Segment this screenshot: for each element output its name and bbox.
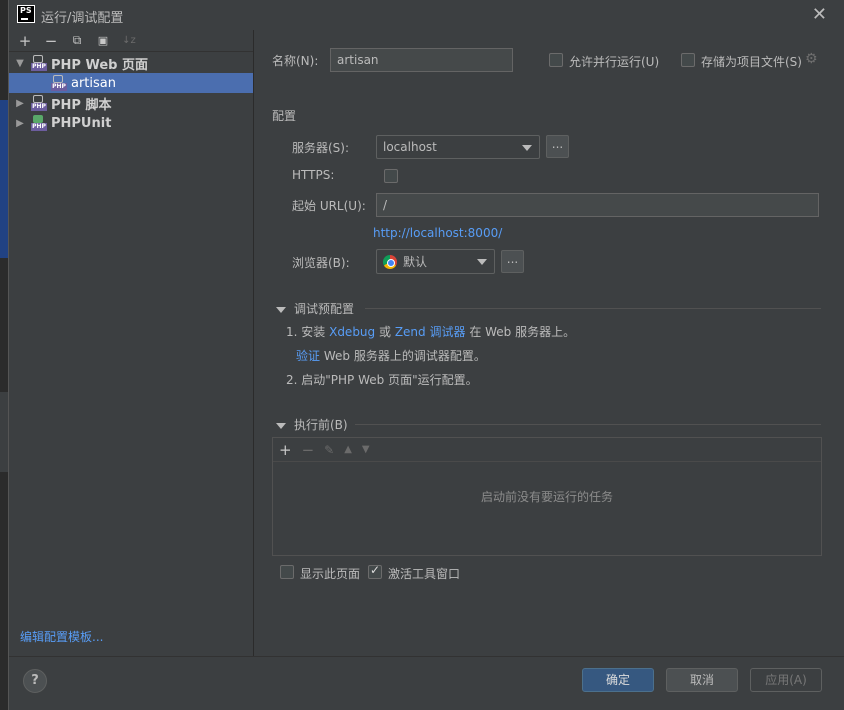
before-launch-title: 执行前(B) <box>294 418 348 432</box>
move-down-icon[interactable]: ▼ <box>362 444 370 455</box>
config-form: 名称(N): artisan 允许并行运行(U) 存储为项目文件(S) ⚙ 配置… <box>255 30 844 656</box>
config-tree: ▼ PHP PHP Web 页面 PHP artisan ▶ PHP PHP 脚… <box>9 52 253 133</box>
start-url-field[interactable]: / <box>376 193 819 217</box>
tree-item-label: artisan <box>71 75 116 91</box>
edit-templates-link[interactable]: 编辑配置模板... <box>20 628 103 645</box>
browser-select-value: 默认 <box>403 255 428 269</box>
tree-item-label: PHP 脚本 <box>51 97 112 113</box>
chevron-down-icon <box>276 422 286 429</box>
chevron-down-icon <box>477 259 487 265</box>
before-launch-list: + − ✎ ▲ ▼ 启动前没有要运行的任务 <box>272 437 822 556</box>
tree-item-artisan[interactable]: PHP artisan <box>9 73 253 93</box>
activate-window-label: 激活工具窗口 <box>388 567 461 581</box>
browser-browse-button[interactable]: ... <box>501 250 524 273</box>
https-checkbox[interactable] <box>384 169 398 183</box>
chrome-icon <box>383 254 397 269</box>
debug-step-1: 1. 安装 Xdebug 或 Zend 调试器 在 Web 服务器上。 <box>286 323 575 340</box>
store-as-project-label: 存储为项目文件(S) <box>701 55 802 69</box>
chevron-down-icon <box>276 306 286 313</box>
before-launch-toggle[interactable]: 执行前(B) <box>276 416 348 433</box>
tree-item-phpunit[interactable]: ▶ PHP PHPUnit <box>9 113 253 133</box>
button-bar: ? 确定 取消 应用(A) <box>9 656 844 710</box>
edit-task-icon[interactable]: ✎ <box>324 443 334 457</box>
show-page-label: 显示此页面 <box>300 567 361 581</box>
browser-label: 浏览器(B): <box>292 256 350 270</box>
background-selection <box>0 100 8 258</box>
new-folder-button[interactable]: ▣ <box>93 31 113 51</box>
debug-section-toggle[interactable]: 调试预配置 <box>276 300 354 317</box>
chevron-right-icon[interactable]: ▶ <box>13 118 27 129</box>
config-tree-panel: + − ⧉ ▣ ↓z ▼ PHP PHP Web 页面 PHP artisan … <box>9 30 254 656</box>
zend-debugger-link[interactable]: Zend 调试器 <box>395 325 466 339</box>
phpstorm-logo-icon: PS <box>17 5 35 23</box>
allow-parallel-label: 允许并行运行(U) <box>569 55 660 69</box>
empty-tasks-text: 启动前没有要运行的任务 <box>480 490 613 504</box>
sort-button[interactable]: ↓z <box>119 31 139 51</box>
show-page-checkbox[interactable] <box>280 565 294 579</box>
verify-link[interactable]: 验证 <box>296 349 320 363</box>
dialog-title: 运行/调试配置 <box>41 11 124 26</box>
tree-toolbar: + − ⧉ ▣ ↓z <box>9 30 253 52</box>
browser-select[interactable]: 默认 <box>376 249 495 274</box>
chevron-down-icon <box>522 145 532 151</box>
step1-suffix: 在 Web 服务器上。 <box>469 325 576 339</box>
phpunit-icon: PHP <box>31 115 47 131</box>
tree-item-php-web-page[interactable]: ▼ PHP PHP Web 页面 <box>9 53 253 73</box>
resolved-url-link[interactable]: http://localhost:8000/ <box>373 226 502 240</box>
section-divider <box>355 424 821 425</box>
activate-window-checkbox[interactable] <box>368 563 382 579</box>
or-text: 或 <box>378 325 391 339</box>
config-section-title: 配置 <box>272 109 297 123</box>
php-web-icon: PHP <box>51 75 67 91</box>
server-browse-button[interactable]: ... <box>546 135 569 158</box>
server-select-value: localhost <box>383 140 437 154</box>
php-web-icon: PHP <box>31 55 47 71</box>
ok-button[interactable]: 确定 <box>582 668 654 692</box>
cancel-button[interactable]: 取消 <box>666 668 738 692</box>
tree-item-label: PHPUnit <box>51 115 112 131</box>
close-icon[interactable]: ✕ <box>812 4 827 25</box>
remove-task-button[interactable]: − <box>302 441 315 459</box>
php-script-icon: PHP <box>31 95 47 111</box>
debug-step-2: 2. 启动"PHP Web 页面"运行配置。 <box>286 373 478 387</box>
verify-suffix: Web 服务器上的调试器配置。 <box>323 349 486 363</box>
store-as-project-checkbox[interactable] <box>681 53 695 67</box>
title-bar: PS 运行/调试配置 ✕ <box>9 0 844 30</box>
tree-item-label: PHP Web 页面 <box>51 57 148 73</box>
before-launch-toolbar: + − ✎ ▲ ▼ <box>273 438 821 462</box>
apply-button[interactable]: 应用(A) <box>750 668 822 692</box>
section-divider <box>365 308 821 309</box>
chevron-right-icon[interactable]: ▶ <box>13 98 27 109</box>
server-label: 服务器(S): <box>292 141 350 155</box>
tree-item-php-script[interactable]: ▶ PHP PHP 脚本 <box>9 93 253 113</box>
help-button[interactable]: ? <box>23 669 47 693</box>
add-config-button[interactable]: + <box>15 31 35 51</box>
copy-config-button[interactable]: ⧉ <box>67 31 87 51</box>
allow-parallel-checkbox[interactable] <box>549 53 563 67</box>
https-label: HTTPS: <box>292 168 335 182</box>
name-label: 名称(N): <box>272 54 319 68</box>
debug-verify-line: 验证 Web 服务器上的调试器配置。 <box>296 347 486 364</box>
run-debug-config-dialog: PS 运行/调试配置 ✕ + − ⧉ ▣ ↓z ▼ PHP PHP Web 页面… <box>8 0 844 710</box>
gear-icon[interactable]: ⚙ <box>805 51 818 67</box>
step1-prefix: 1. 安装 <box>286 325 326 339</box>
background-panel <box>0 392 8 472</box>
start-url-label: 起始 URL(U): <box>292 199 366 213</box>
debug-section-title: 调试预配置 <box>294 302 355 316</box>
add-task-button[interactable]: + <box>279 441 292 459</box>
chevron-down-icon[interactable]: ▼ <box>13 58 27 69</box>
xdebug-link[interactable]: Xdebug <box>329 325 375 339</box>
name-field[interactable]: artisan <box>330 48 513 72</box>
server-select[interactable]: localhost <box>376 135 540 159</box>
move-up-icon[interactable]: ▲ <box>344 444 352 455</box>
remove-config-button[interactable]: − <box>41 31 61 51</box>
background-editor-strip <box>0 0 8 710</box>
